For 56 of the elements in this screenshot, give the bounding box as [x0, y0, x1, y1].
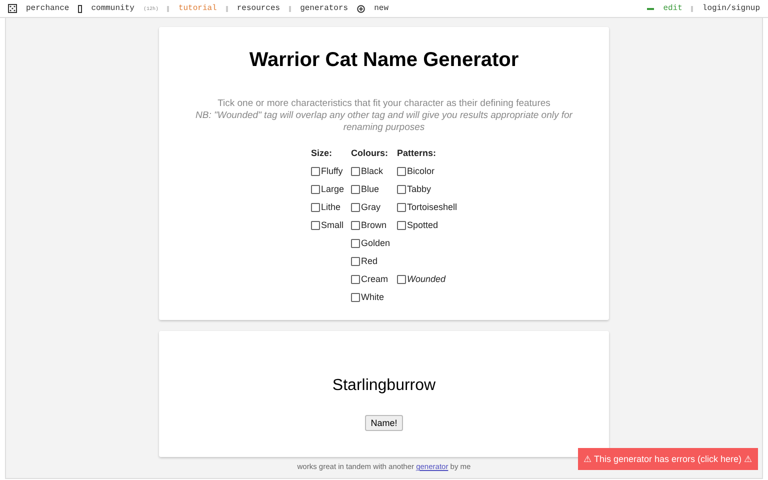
option-label[interactable]: Blue — [360, 184, 379, 194]
bar-icon — [691, 6, 694, 12]
nav-link[interactable]: edit — [663, 4, 682, 13]
checkbox[interactable] — [350, 202, 360, 212]
checkbox[interactable] — [350, 256, 360, 266]
nav-link[interactable]: resources — [236, 4, 280, 13]
option-label[interactable]: Black — [360, 166, 383, 176]
option-label[interactable]: Bicolor — [407, 166, 435, 176]
checkbox[interactable] — [397, 202, 406, 212]
option-label[interactable]: White — [360, 292, 384, 302]
checkbox[interactable] — [350, 238, 360, 248]
option-label[interactable]: Fluffy — [320, 166, 343, 176]
option-label[interactable]: Spotted — [407, 220, 438, 230]
option-label[interactable]: Tabby — [407, 184, 432, 194]
checkbox[interactable] — [350, 292, 360, 302]
checkbox[interactable] — [310, 202, 320, 212]
option-label[interactable]: Gray — [360, 202, 380, 212]
bar-icon — [289, 6, 292, 12]
checkbox[interactable] — [310, 184, 320, 194]
column-heading: Patterns: — [397, 148, 438, 158]
checkbox[interactable] — [310, 220, 320, 230]
nav-link[interactable]: new — [374, 4, 388, 13]
checkbox[interactable] — [397, 166, 406, 176]
option-label[interactable]: Cream — [360, 274, 388, 284]
option-label[interactable]: Brown — [360, 220, 386, 230]
option-label[interactable]: Golden — [360, 238, 390, 248]
option-label[interactable]: Red — [360, 256, 378, 266]
checkbox[interactable] — [350, 274, 360, 284]
option-label[interactable]: Tortoiseshell — [407, 202, 458, 212]
checkbox[interactable] — [397, 274, 406, 284]
intro-text: Tick one or more characteristics that fit your character as their defining features — [218, 98, 550, 110]
option-label[interactable]: Large — [320, 184, 344, 194]
bar-icon — [226, 6, 228, 12]
column-heading: Colours: — [350, 148, 389, 158]
nav-link[interactable]: perchance — [26, 4, 70, 13]
name-button[interactable]: Name! — [364, 415, 404, 431]
nav-link[interactable]: login/signup — [702, 4, 760, 13]
checkbox[interactable] — [397, 220, 406, 230]
checkbox[interactable] — [350, 166, 360, 176]
dice-icon — [8, 4, 17, 13]
checkbox[interactable] — [397, 184, 406, 194]
checkbox[interactable] — [310, 166, 320, 176]
option-label[interactable]: Wounded — [407, 274, 446, 284]
nav-link[interactable]: generators — [300, 4, 348, 13]
page-title: Warrior Cat Name Generator — [249, 49, 519, 72]
checkbox[interactable] — [350, 184, 360, 194]
checkbox[interactable] — [350, 220, 360, 230]
box-icon — [78, 4, 82, 12]
note-text: NB: "Wounded" tag will overlap any other tag and will give you results appropriate only for renaming purposes — [194, 110, 574, 134]
plus-circle-icon — [357, 4, 366, 12]
nav-link[interactable]: community — [91, 4, 134, 13]
option-label[interactable]: Lithe — [320, 202, 340, 212]
option-label[interactable]: Small — [320, 220, 344, 230]
column-heading: Size: — [310, 148, 333, 158]
generated-name: Starlingburrow — [332, 377, 436, 395]
bar-icon — [167, 6, 170, 12]
